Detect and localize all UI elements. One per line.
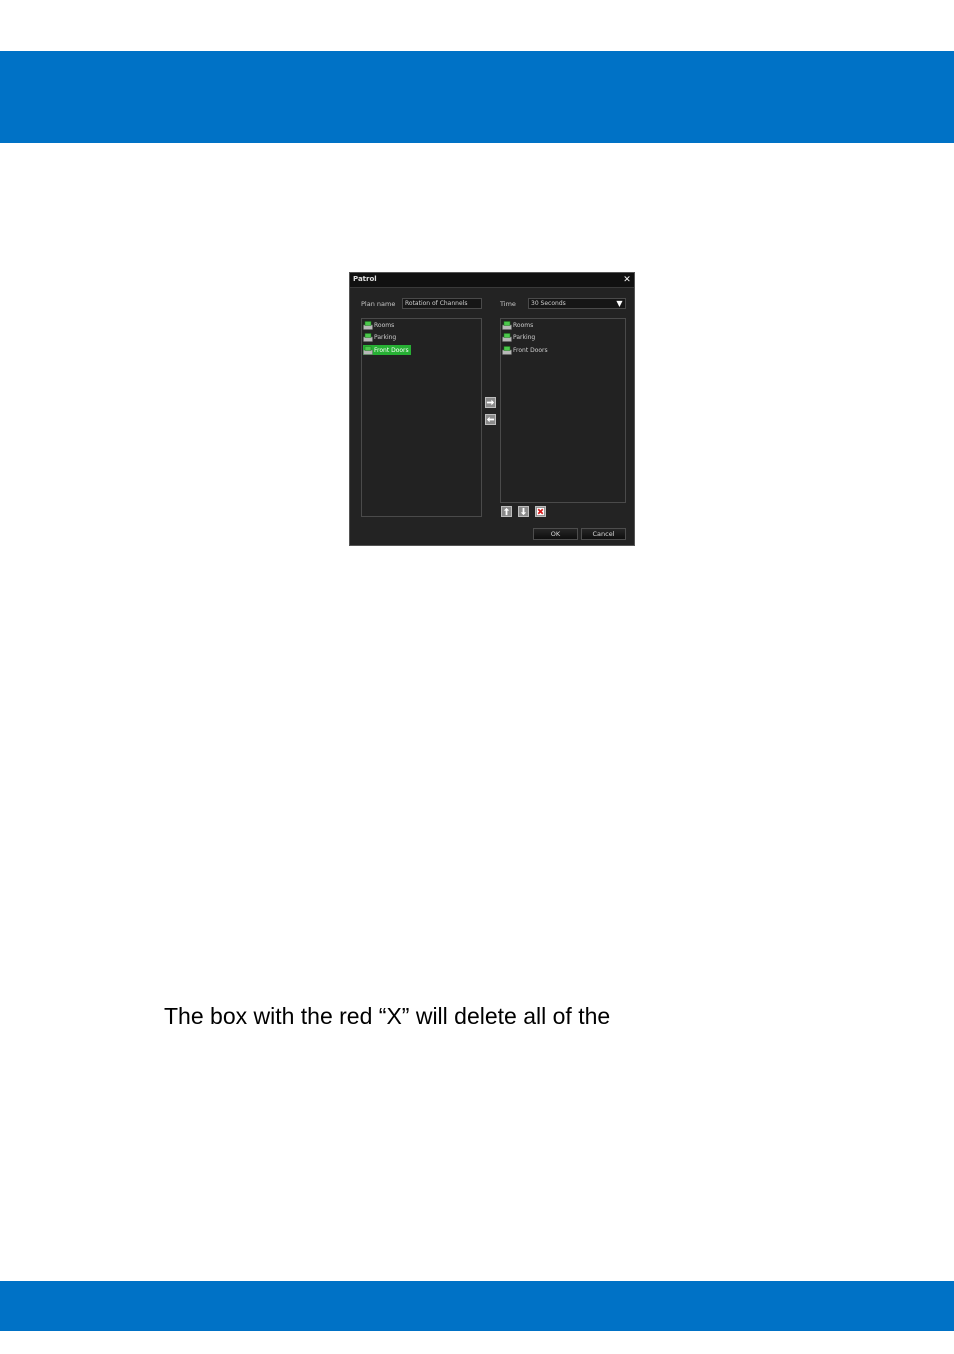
move-down-button[interactable] [518, 506, 529, 517]
cancel-button[interactable]: Cancel [581, 528, 626, 540]
list-item-label: Front Doors [513, 346, 548, 354]
list-item-label: Parking [374, 334, 397, 341]
camera-icon [502, 333, 512, 342]
list-item[interactable]: Front Doors [363, 345, 411, 355]
caption-text: The box with the red “X” will delete all… [164, 1003, 611, 1029]
delete-all-button[interactable] [535, 506, 546, 517]
arrow-up-icon [503, 507, 510, 516]
arrow-left-icon [486, 416, 495, 423]
camera-icon [502, 345, 512, 355]
header-band [0, 51, 954, 143]
remove-channel-button[interactable] [485, 414, 496, 425]
ok-button[interactable]: OK [533, 528, 578, 540]
time-label: Time [500, 300, 516, 308]
list-item[interactable]: Parking [502, 333, 537, 343]
delete-x-icon [536, 507, 545, 516]
list-item[interactable]: Front Doors [502, 345, 550, 355]
arrow-down-icon [520, 507, 527, 516]
close-icon: ✕ [623, 275, 631, 285]
available-channel-list[interactable]: Rooms Parking Front Doors [361, 318, 482, 517]
list-item[interactable]: Parking [363, 333, 398, 343]
list-item[interactable]: Rooms [363, 320, 396, 330]
patrol-dialog: Patrol ✕ Plan name Rotation of Channels … [349, 272, 635, 546]
list-item[interactable]: Rooms [502, 320, 535, 330]
time-select[interactable]: 30 Seconds ▼ [528, 298, 626, 309]
dialog-titlebar: Patrol ✕ [350, 273, 634, 288]
camera-icon [363, 345, 373, 355]
plan-name-input[interactable]: Rotation of Channels [402, 298, 482, 309]
list-item-label: Rooms [374, 321, 395, 329]
close-button[interactable]: ✕ [621, 274, 633, 286]
add-channel-button[interactable] [485, 397, 496, 408]
dialog-title: Patrol [353, 275, 377, 283]
move-up-button[interactable] [501, 506, 512, 517]
plan-name-label: Plan name [361, 300, 396, 308]
patrol-channel-list[interactable]: Rooms Parking Front Doors [500, 318, 626, 503]
camera-icon [363, 320, 373, 330]
time-select-value: 30 Seconds [531, 300, 566, 307]
chevron-down-icon[interactable]: ▼ [614, 299, 625, 308]
list-item-label: Rooms [513, 321, 534, 329]
camera-icon [363, 333, 373, 342]
list-item-label: Front Doors [374, 346, 409, 354]
footer-band [0, 1281, 954, 1331]
camera-icon [502, 320, 512, 330]
arrow-right-icon [486, 399, 495, 406]
list-item-label: Parking [513, 334, 536, 341]
